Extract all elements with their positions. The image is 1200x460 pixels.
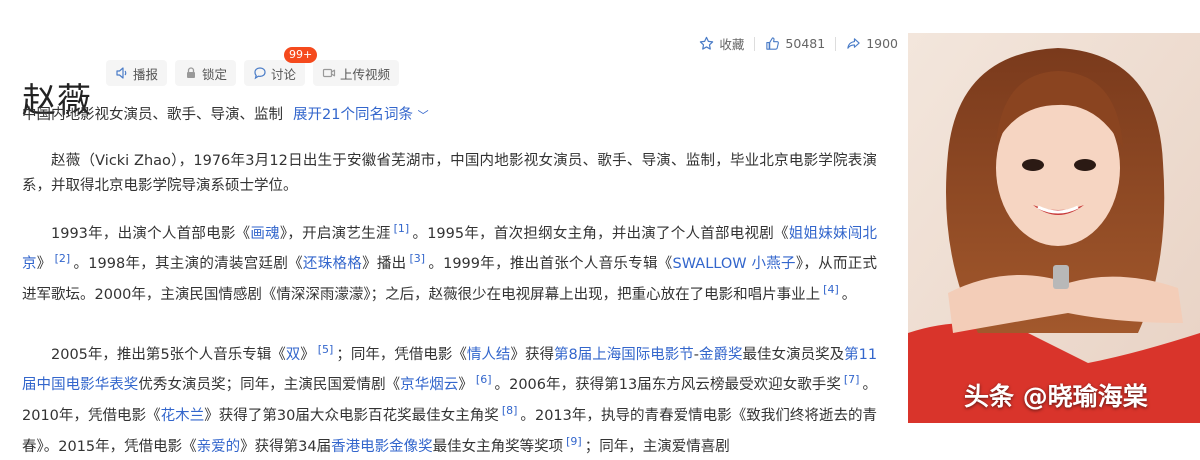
reference-5[interactable]: [5] xyxy=(318,343,334,356)
reference-4[interactable]: [4] xyxy=(823,283,839,296)
title-toolbar: 播报 锁定 讨论 99+ 上传视频 xyxy=(106,47,400,86)
chevron-down-icon: ﹀ xyxy=(417,109,429,122)
reference-1[interactable]: [1] xyxy=(394,222,410,235)
divider xyxy=(754,36,756,51)
link-swallow-album[interactable]: SWALLOW 小燕子 xyxy=(673,256,796,272)
discuss-count-badge: 99+ xyxy=(284,47,318,63)
link-shuang-album[interactable]: 双 xyxy=(286,346,301,362)
text: 》 xyxy=(458,377,473,394)
collect-label: 收藏 xyxy=(719,37,745,52)
lock-icon xyxy=(184,66,198,80)
share-count: 1900 xyxy=(866,36,898,51)
text: 优秀女演员奖；同年，主演民国爱情剧《 xyxy=(138,377,401,394)
text: 最佳女主角奖等奖项 xyxy=(432,438,564,455)
career-paragraph-2: 2005年，推出第5张个人音乐专辑《双》 [5] ；同年，凭借电影《情人结》获得第8… xyxy=(22,337,877,460)
collect-button[interactable]: 收藏 xyxy=(699,34,744,53)
text: 》获得 xyxy=(510,346,554,363)
share-icon xyxy=(847,38,860,49)
text: 。1999年，推出首张个人音乐专辑《 xyxy=(428,256,673,273)
text: 2005年，推出第5张个人音乐专辑《 xyxy=(51,346,286,363)
career-paragraph-1: 1993年，出演个人首部电影《画魂》，开启演艺生涯 [1] 。1995年，首次担纲女… xyxy=(22,216,877,308)
like-button[interactable]: 50481 xyxy=(765,36,825,51)
reference-3[interactable]: [3] xyxy=(409,252,425,265)
text: 。2006年，获得第13届东方风云榜最受欢迎女歌手奖 xyxy=(494,377,841,394)
link-jinghua-yanyun[interactable]: 京华烟云 xyxy=(400,377,458,393)
link-qinaide[interactable]: 亲爱的 xyxy=(197,439,241,455)
text: 。1995年，首次担纲女主角，并出演了个人首部电视剧《 xyxy=(412,225,789,242)
watermark: 头条 @晓瑜海棠 xyxy=(964,382,1148,411)
like-count: 50481 xyxy=(785,36,826,51)
upload-video-label: 上传视频 xyxy=(340,66,391,82)
summary-paragraph: 赵薇（Vicki Zhao），1976年3月12日出生于安徽省芜湖市，中国内地影… xyxy=(22,149,877,199)
report-button[interactable]: 播报 xyxy=(106,60,168,86)
link-golden-goblet[interactable]: 金爵奖 xyxy=(699,346,743,362)
portrait-photo[interactable]: 头条 @晓瑜海棠 xyxy=(908,33,1200,423)
video-camera-icon xyxy=(322,66,336,80)
text: 》 xyxy=(36,256,52,273)
share-button[interactable]: 1900 xyxy=(846,36,898,51)
article-content: 收藏 50481 1900 赵薇 播报 锁定 讨论 99+ 上传视频 中国内地影… xyxy=(0,0,905,455)
subtitle: 中国内地影视女演员、歌手、导演、监制 展开21个同名词条 ﹀ xyxy=(22,103,429,124)
text: ；同年，主演爱情喜剧 xyxy=(584,438,730,455)
portrait-illustration xyxy=(908,33,1200,423)
lock-label: 锁定 xyxy=(202,66,228,82)
text: 。1998年，其主演的清装宫廷剧《 xyxy=(73,256,303,273)
text: ；同年，凭借电影《 xyxy=(336,346,467,363)
chat-bubble-icon xyxy=(253,66,267,80)
reference-7[interactable]: [7] xyxy=(844,373,860,386)
discuss-label: 讨论 xyxy=(271,66,297,82)
text: 赵薇（Vicki Zhao），1976年3月12日出生于安徽省芜湖市，中国内地影… xyxy=(22,152,877,194)
expand-same-name-link[interactable]: 展开21个同名词条 ﹀ xyxy=(293,107,429,123)
text: 》播出 xyxy=(362,256,407,273)
reference-6[interactable]: [6] xyxy=(476,373,492,386)
discuss-button[interactable]: 讨论 99+ xyxy=(244,47,318,86)
link-huanzhu-gege[interactable]: 还珠格格 xyxy=(303,256,362,272)
reference-2[interactable]: [2] xyxy=(55,252,71,265)
speaker-icon xyxy=(115,66,129,80)
text: 》获得第34届 xyxy=(240,438,332,455)
link-qingrenjie[interactable]: 情人结 xyxy=(467,346,511,362)
text: 》，开启演艺生涯 xyxy=(279,225,391,242)
text: 最佳女演员奖及 xyxy=(742,346,845,363)
lock-button[interactable]: 锁定 xyxy=(175,60,237,86)
link-huahun[interactable]: 画魂 xyxy=(250,225,280,241)
expand-label: 展开21个同名词条 xyxy=(293,107,413,123)
stats-bar: 收藏 50481 1900 xyxy=(699,34,898,53)
link-shanghai-film-festival[interactable]: 第8届上海国际电影节 xyxy=(554,346,694,362)
reference-9[interactable]: [9] xyxy=(566,435,582,448)
reference-8[interactable]: [8] xyxy=(502,404,518,417)
upload-video-button[interactable]: 上传视频 xyxy=(313,60,400,86)
text: 。 xyxy=(841,286,857,303)
text: 》获得了第30届大众电影百花奖最佳女主角奖 xyxy=(204,407,499,424)
link-mulan[interactable]: 花木兰 xyxy=(161,408,205,424)
divider xyxy=(835,36,837,51)
thumbs-up-icon xyxy=(766,37,780,50)
link-hk-film-awards[interactable]: 香港电影金像奖 xyxy=(331,439,433,455)
subtitle-description: 中国内地影视女演员、歌手、导演、监制 xyxy=(22,107,283,123)
star-icon xyxy=(700,36,714,50)
report-label: 播报 xyxy=(133,66,159,82)
text: 》 xyxy=(300,346,315,363)
text: 1993年，出演个人首部电影《 xyxy=(51,225,251,242)
